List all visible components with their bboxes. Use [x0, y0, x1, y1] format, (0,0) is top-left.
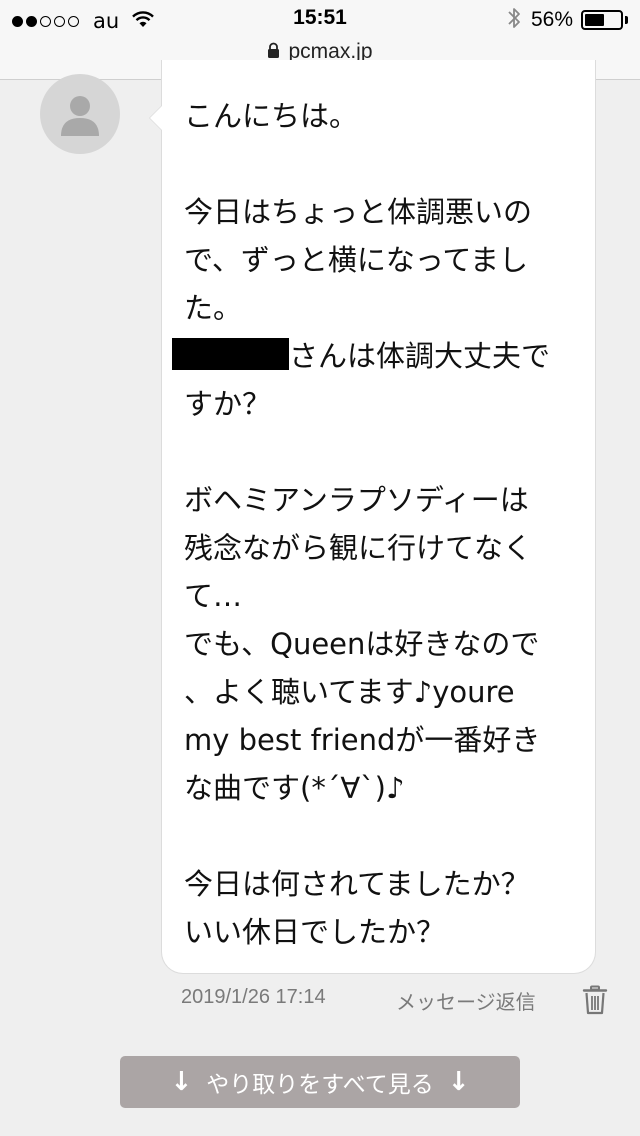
message-line: ボヘミアンラプソディーは	[184, 483, 529, 517]
reply-link[interactable]: メッセージ返信	[396, 986, 536, 1015]
message-timestamp: 2019/1/26 17:14	[181, 986, 326, 1008]
message-line: な曲です(*´∀`)♪	[184, 771, 405, 805]
message-line: 今日は何されてましたか？	[184, 867, 530, 901]
message-line-text: さんは体調大丈夫で	[289, 339, 551, 373]
bluetooth-icon	[507, 6, 521, 34]
message-line: で、ずっと横になってまし	[184, 243, 528, 277]
trash-icon[interactable]	[582, 985, 608, 1015]
message-line: 残念ながら観に行けてなく	[184, 531, 533, 565]
message-line: my best friendが一番好き	[184, 723, 541, 757]
message-line-with-redaction: さんは体調大丈夫で	[172, 334, 551, 378]
message-line: た。	[184, 291, 243, 325]
arrow-down-icon: ↓	[447, 1067, 470, 1097]
message-line: こんにちは。	[184, 99, 359, 133]
message-line: て…	[184, 579, 243, 613]
user-silhouette-icon	[61, 96, 99, 136]
redaction-box	[172, 338, 289, 370]
status-right: 56%	[507, 6, 628, 34]
message-line: でも、Queenは好きなので	[184, 627, 540, 661]
message-line: いい休日でしたか？	[184, 915, 446, 949]
message-line: 、よく聴いてます♪youre	[184, 675, 515, 709]
battery-icon	[581, 10, 623, 30]
avatar[interactable]	[40, 74, 120, 154]
message-bubble: こんにちは。 今日はちょっと体調悪いの で、ずっと横になってまし た。 さんは体…	[149, 60, 596, 974]
battery-percent: 56%	[530, 8, 573, 31]
arrow-down-icon: ↓	[170, 1067, 193, 1097]
view-all-label: やり取りをすべて見る	[206, 1072, 434, 1098]
view-all-button[interactable]: ↓ やり取りをすべて見る ↓	[120, 1056, 520, 1108]
message-line: すか？	[184, 387, 272, 421]
message-line: 今日はちょっと体調悪いの	[184, 195, 533, 229]
